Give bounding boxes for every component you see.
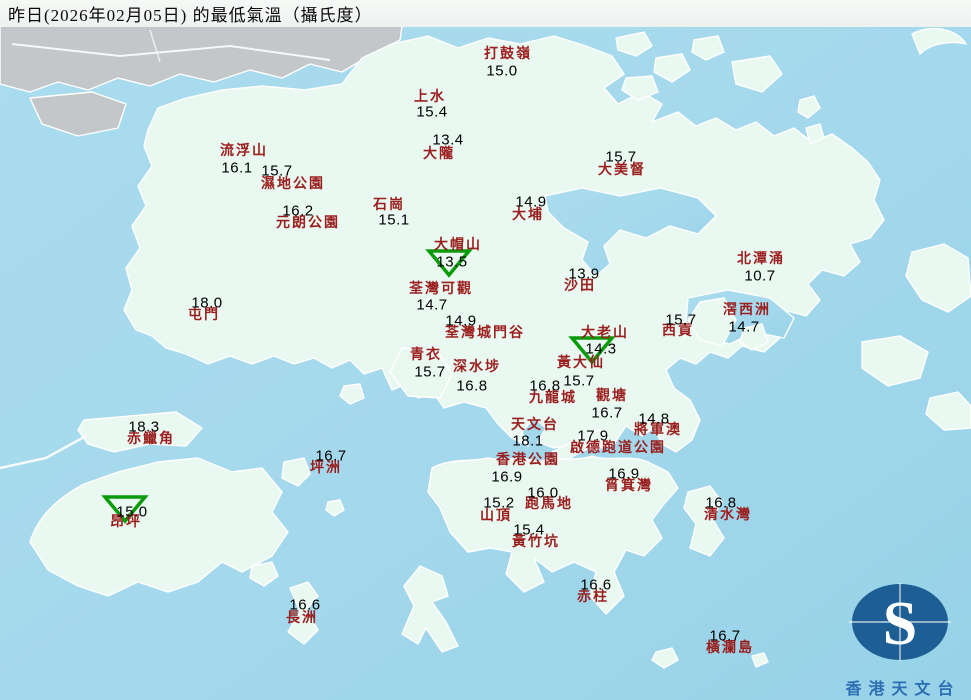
- logo-s-glyph: S: [883, 590, 917, 658]
- minimum-markers-layer: [101, 249, 616, 524]
- hko-logo: S 香港天文台 HONG KONG OBSERVATORY: [833, 572, 971, 700]
- minimum-temperature-marker-icon: [425, 249, 473, 278]
- map-title: 昨日(2026年02月05日) 的最低氣溫（攝氏度）: [8, 6, 373, 25]
- minimum-temperature-marker-icon: [568, 336, 616, 365]
- minimum-temperature-marker-icon: [101, 495, 149, 524]
- logo-chinese-text: 香港天文台: [845, 681, 961, 698]
- weather-map-screen: 打鼓嶺 15.0 上水 15.4 大隴 13.4 流浮山 16.1 濕地公園 15.7 元朗公園 16…: [0, 0, 971, 700]
- title-bar: 昨日(2026年02月05日) 的最低氣溫（攝氏度）: [0, 0, 971, 27]
- hko-logo-icon: S: [849, 583, 951, 661]
